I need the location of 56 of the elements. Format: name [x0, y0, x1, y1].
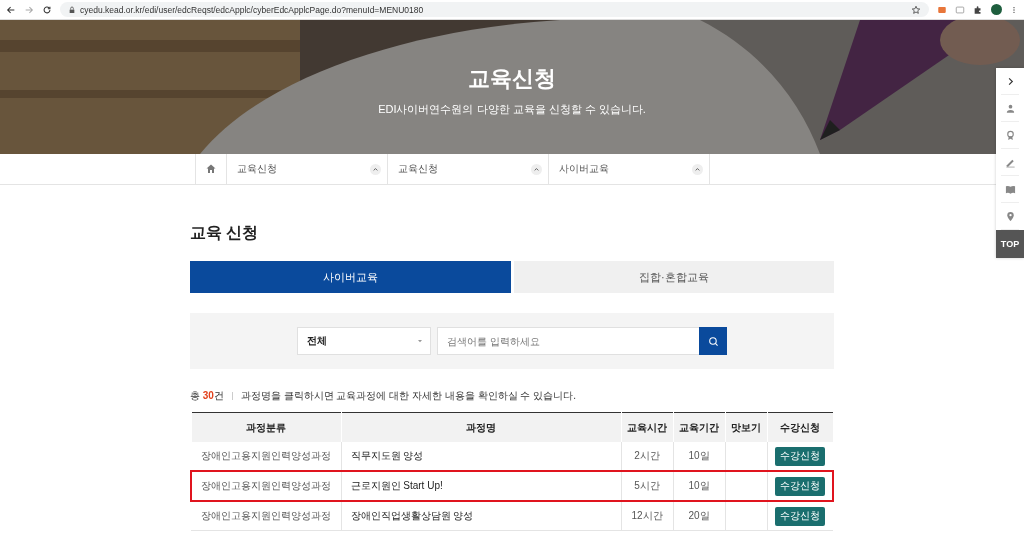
location-pin-icon: [1004, 210, 1016, 222]
menu-icon: [1010, 4, 1018, 15]
chevron-up-icon: [530, 163, 542, 175]
extension-icon: [937, 4, 947, 15]
breadcrumb-dropdown[interactable]: 교육신청: [226, 154, 388, 184]
result-count: 총 30건: [190, 389, 224, 403]
star-icon: [911, 4, 921, 15]
search-field[interactable]: 검색어를 입력하세요: [437, 327, 699, 355]
extension-icon: [955, 4, 965, 15]
table-cell: 20일: [673, 501, 725, 531]
lock-icon: [68, 5, 76, 14]
search-icon: [706, 334, 720, 348]
top-button[interactable]: TOP: [996, 230, 1024, 258]
address-bar[interactable]: cyedu.kead.or.kr/edi/user/edcReqst/edcApplc/cyberEdcApplcPage.do?menuId=MENU0180: [60, 2, 929, 17]
home-icon: [204, 163, 217, 175]
table-cell: 장애인고용지원인력양성과정: [191, 501, 341, 531]
apply-button[interactable]: 수강신청: [774, 476, 825, 496]
chevron-up-icon: [369, 163, 381, 175]
help-text: 과정명을 클릭하시면 교육과정에 대한 자세한 내용을 확인하실 수 있습니다.: [240, 389, 576, 403]
breadcrumb-dropdown[interactable]: 교육신청: [387, 154, 549, 184]
course-link[interactable]: 근로지원인 Start Up!: [341, 471, 621, 501]
column-header: 수강신청: [767, 412, 833, 442]
category-select[interactable]: 전체: [297, 327, 431, 355]
apply-button[interactable]: 수강신청: [775, 506, 826, 526]
profile-avatar[interactable]: [991, 4, 1002, 15]
forward-icon: [24, 4, 34, 15]
table-cell: 10일: [673, 471, 725, 501]
search-button[interactable]: [699, 327, 727, 355]
page-title: 교육 신청: [190, 223, 260, 243]
column-header: 교육기간: [673, 412, 725, 442]
person-icon: [1004, 102, 1016, 114]
chevron-up-icon: [691, 163, 703, 175]
column-header: 과정명: [341, 412, 621, 442]
table-cell: 5시간: [621, 471, 673, 501]
book-icon: [1004, 183, 1016, 195]
ribbon-icon: [1004, 129, 1016, 141]
table-cell: 12시간: [621, 501, 673, 531]
dropdown-icon: [416, 337, 424, 345]
apply-button[interactable]: 수강신청: [775, 446, 826, 466]
hero-subtitle: EDI사이버연수원의 다양한 교육을 신청할 수 있습니다.: [378, 101, 646, 117]
table-cell: 10일: [673, 442, 725, 471]
back-icon: [6, 4, 16, 15]
table-cell: 장애인고용지원인력양성과정: [191, 442, 341, 471]
hero-title: 교육신청: [468, 64, 556, 93]
breadcrumb-dropdown[interactable]: 사이버교육: [548, 154, 710, 184]
column-header: 교육시간: [621, 412, 673, 442]
course-link[interactable]: 장애인직업생활상담원 양성: [341, 501, 621, 531]
column-header: 맛보기: [725, 412, 767, 442]
tab[interactable]: 사이버교육: [190, 261, 511, 293]
tab[interactable]: 집합·혼합교육: [513, 261, 834, 293]
course-link[interactable]: 직무지도원 양성: [341, 442, 621, 471]
table-cell: 2시간: [621, 442, 673, 471]
column-header: 과정분류: [191, 412, 341, 442]
table-cell: 장애인고용지원인력양성과정: [191, 471, 341, 501]
reload-icon: [42, 4, 52, 15]
puzzle-icon: [973, 4, 983, 15]
